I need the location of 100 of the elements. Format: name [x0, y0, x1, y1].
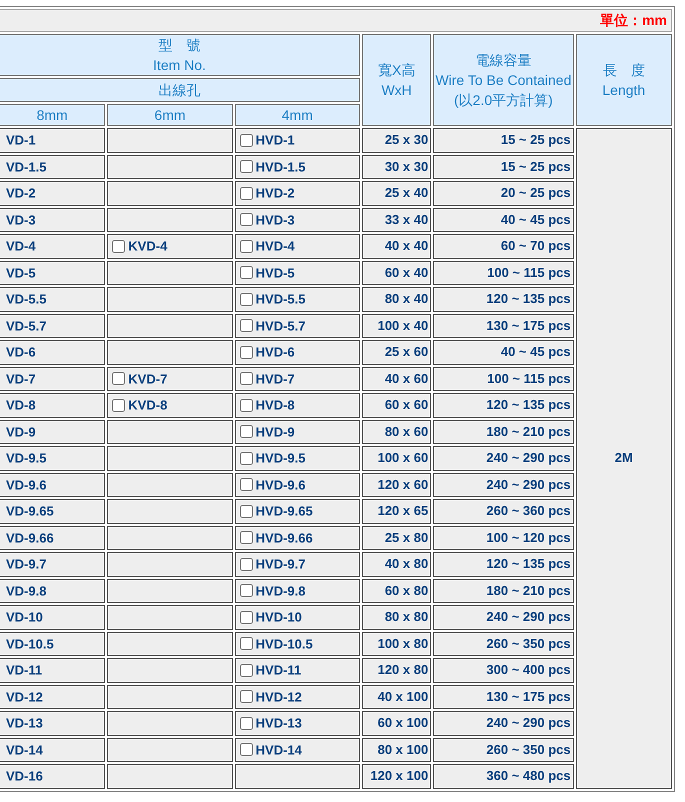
item-code: VD-10.5: [6, 636, 54, 652]
header-label: Wire To Be Contained: [434, 71, 572, 90]
checkbox[interactable]: [240, 478, 253, 492]
checkbox[interactable]: [112, 398, 126, 412]
item-code: HVD-13: [256, 716, 302, 731]
checkbox[interactable]: [240, 531, 253, 544]
item-code: VD-1: [6, 132, 36, 148]
item-code: VD-6: [6, 344, 36, 360]
checkbox[interactable]: [240, 240, 253, 253]
item-code: VD-2: [6, 186, 36, 201]
checkbox[interactable]: [240, 186, 253, 200]
item-code: HVD-9.66: [256, 530, 313, 546]
item-code: VD-9.6: [6, 477, 46, 492]
table-cell: 100 ~ 115 pcs: [433, 260, 574, 285]
item-code: VD-13: [6, 716, 43, 731]
item-code: HVD-9.6: [256, 477, 306, 492]
checkbox[interactable]: [240, 346, 253, 359]
item-code: VD-14: [6, 742, 43, 758]
item-code: VD-9.7: [6, 556, 46, 572]
item-code: HVD-9: [256, 424, 295, 440]
table-cell: 100 ~ 115 pcs: [433, 366, 574, 391]
table-cell: 80 x 40: [362, 287, 432, 312]
item-code: HVD-4: [256, 238, 295, 254]
table-cell: 40 x 80: [362, 552, 432, 576]
table-cell: 360 ~ 480 pcs: [433, 764, 574, 788]
item-code: HVD-11: [256, 662, 302, 678]
checkbox[interactable]: [240, 743, 253, 756]
table-cell: 240 ~ 290 pcs: [433, 446, 574, 470]
checkbox[interactable]: [112, 372, 126, 386]
item-code: HVD-6: [256, 344, 295, 360]
table-cell: 40 ~ 45 pcs: [433, 208, 574, 232]
item-code: HVD-12: [256, 689, 302, 704]
checkbox[interactable]: [240, 690, 253, 704]
table-cell: 25 x 40: [362, 181, 432, 206]
checkbox[interactable]: [240, 452, 253, 465]
table-cell: 100 x 80: [362, 632, 432, 656]
table-cell: 15 ~ 25 pcs: [433, 154, 574, 179]
item-code: VD-3: [6, 212, 36, 228]
table-cell: 120 x 60: [362, 472, 432, 497]
checkbox[interactable]: [240, 716, 253, 730]
table-cell: 130 ~ 175 pcs: [433, 684, 574, 709]
item-code: HVD-9.65: [256, 504, 313, 519]
table-cell: 240 ~ 290 pcs: [433, 472, 574, 497]
item-code: VD-12: [6, 689, 43, 704]
item-code: HVD-5: [256, 265, 295, 280]
header-label: 出線孔: [158, 81, 202, 100]
header-label: 型 號: [158, 36, 202, 55]
item-code: VD-9.5: [6, 450, 46, 466]
checkbox[interactable]: [240, 213, 253, 226]
checkbox[interactable]: [240, 319, 253, 332]
table-cell: 300 ~ 400 pcs: [433, 658, 574, 682]
table-cell: 33 x 40: [362, 208, 432, 232]
checkbox[interactable]: [240, 134, 253, 147]
table-cell: 60 x 60: [362, 393, 432, 418]
header-label: Length: [601, 81, 646, 100]
checkbox[interactable]: [240, 425, 253, 438]
table-cell: 100 x 60: [362, 446, 432, 470]
table-cell: 40 x 40: [362, 234, 432, 258]
item-code: HVD-3: [256, 212, 295, 228]
checkbox[interactable]: [240, 266, 253, 280]
table-cell: 25 x 30: [362, 128, 432, 152]
item-code: VD-9: [6, 424, 36, 440]
item-code: VD-11: [6, 662, 42, 678]
item-code: HVD-9.7: [256, 556, 306, 572]
item-code: VD-9.65: [6, 504, 54, 519]
checkbox[interactable]: [240, 372, 253, 386]
checkbox[interactable]: [240, 584, 253, 598]
item-code: VD-7: [6, 371, 36, 386]
checkbox[interactable]: [240, 160, 253, 174]
checkbox[interactable]: [240, 504, 253, 518]
checkbox[interactable]: [240, 398, 253, 412]
table-cell: 40 ~ 45 pcs: [433, 340, 574, 364]
item-code: VD-16: [6, 768, 43, 784]
checkbox[interactable]: [240, 637, 253, 650]
item-code: KVD-8: [128, 398, 168, 413]
checkbox[interactable]: [240, 610, 253, 624]
checkbox[interactable]: [240, 664, 253, 677]
table-cell: 80 x 80: [362, 605, 432, 630]
table-cell: 60 x 100: [362, 711, 432, 736]
checkbox[interactable]: [240, 292, 253, 306]
unit-label: 單位：mm: [600, 12, 667, 28]
item-code: VD-10: [6, 610, 43, 625]
header-label: WxH: [380, 81, 413, 100]
table-cell: 80 x 60: [362, 420, 432, 444]
table-cell: 100 x 40: [362, 314, 432, 338]
item-code: HVD-7: [256, 371, 295, 386]
table-cell: 260 ~ 350 pcs: [433, 738, 574, 762]
item-code: VD-8: [6, 398, 36, 413]
item-code: VD-9.66: [6, 530, 54, 546]
item-code: VD-5: [6, 265, 36, 280]
item-code: VD-1.5: [6, 159, 46, 174]
item-code: HVD-1.5: [256, 159, 306, 174]
checkbox[interactable]: [240, 558, 253, 571]
item-code: HVD-10: [256, 610, 302, 625]
table-cell: 100 ~ 120 pcs: [433, 526, 574, 550]
checkbox[interactable]: [112, 240, 126, 253]
table-cell: 260 ~ 360 pcs: [433, 499, 574, 524]
header-label: 電線容量: [474, 51, 532, 70]
table-cell: 30 x 30: [362, 154, 432, 179]
table-cell: 40 x 60: [362, 366, 432, 391]
